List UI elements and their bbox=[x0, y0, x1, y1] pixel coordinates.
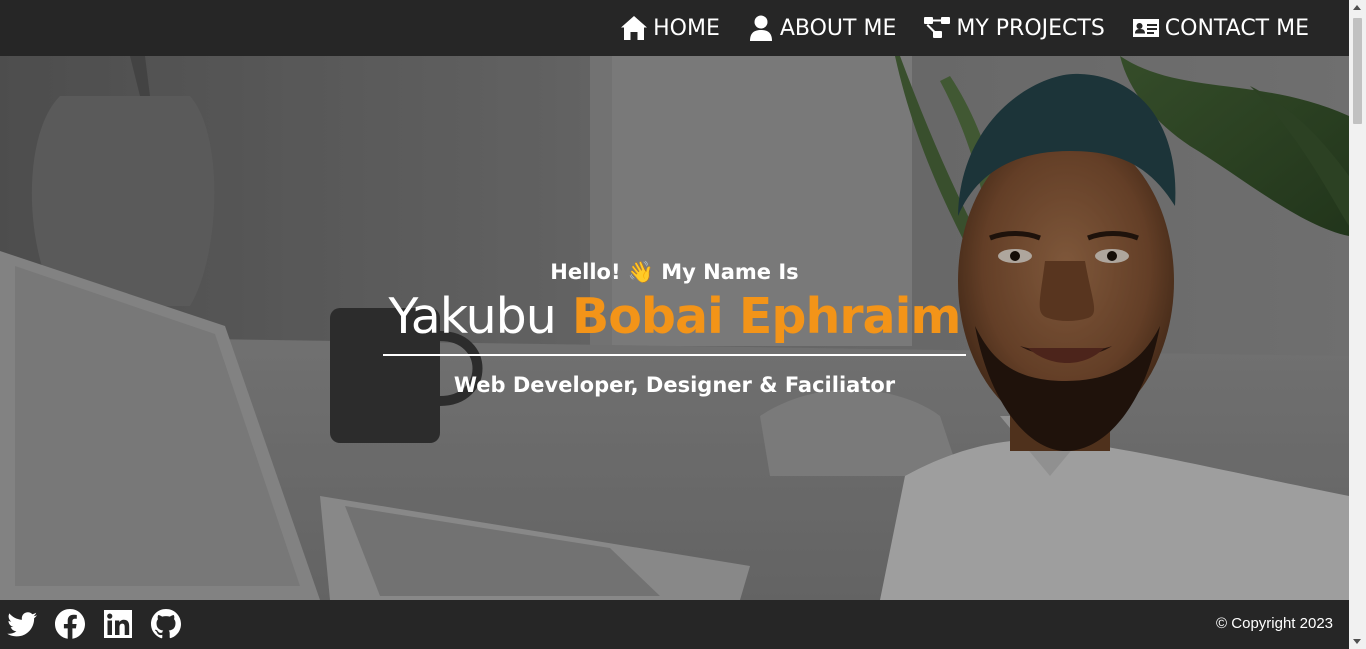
page-scrollbar[interactable] bbox=[1349, 0, 1366, 649]
scroll-down-arrow-icon[interactable] bbox=[1353, 639, 1361, 644]
twitter-icon bbox=[7, 612, 38, 637]
hero-intro: Hello! 👋 My Name Is Yakubu Bobai Ephraim… bbox=[383, 256, 966, 400]
copyright-text: © Copyright 2023 bbox=[1216, 615, 1333, 632]
greeting-text: Hello! 👋 My Name Is bbox=[550, 260, 799, 284]
footer: © Copyright 2023 bbox=[0, 600, 1349, 649]
name-divider bbox=[383, 354, 966, 356]
home-icon bbox=[621, 16, 648, 40]
scroll-up-arrow-icon[interactable] bbox=[1353, 5, 1361, 10]
nav-item-my-projects[interactable]: MY PROJECTS bbox=[923, 15, 1105, 41]
top-navbar: HOME ABOUT ME MY PROJECTS CONTACT ME bbox=[0, 0, 1349, 56]
nav-item-contact-me-label: CONTACT ME bbox=[1164, 15, 1309, 41]
address-card-icon bbox=[1132, 19, 1159, 37]
linkedin-icon bbox=[104, 610, 132, 638]
facebook-icon bbox=[55, 609, 85, 639]
first-name: Yakubu bbox=[388, 288, 557, 345]
nav-item-about-me-label: ABOUT ME bbox=[779, 15, 897, 41]
hero-section: Hello! 👋 My Name Is Yakubu Bobai Ephraim… bbox=[0, 56, 1349, 600]
social-links bbox=[6, 608, 182, 640]
facebook-link[interactable] bbox=[54, 608, 86, 640]
nav-item-about-me[interactable]: ABOUT ME bbox=[747, 15, 897, 41]
twitter-link[interactable] bbox=[6, 608, 38, 640]
nav-menu: HOME ABOUT ME MY PROJECTS CONTACT ME bbox=[620, 0, 1309, 56]
full-name-heading: Yakubu Bobai Ephraim bbox=[375, 288, 974, 346]
linkedin-link[interactable] bbox=[102, 608, 134, 640]
nav-item-my-projects-label: MY PROJECTS bbox=[956, 15, 1105, 41]
project-diagram-icon bbox=[924, 17, 951, 38]
nav-item-home-label: HOME bbox=[653, 15, 720, 41]
last-name: Bobai Ephraim bbox=[571, 288, 962, 345]
role-subtitle: Web Developer, Designer & Faciliator bbox=[453, 373, 896, 397]
github-icon bbox=[151, 609, 181, 639]
github-link[interactable] bbox=[150, 608, 182, 640]
nav-item-home[interactable]: HOME bbox=[620, 15, 720, 41]
nav-item-contact-me[interactable]: CONTACT ME bbox=[1132, 15, 1309, 41]
user-icon bbox=[749, 15, 772, 41]
scrollbar-thumb[interactable] bbox=[1353, 18, 1362, 124]
